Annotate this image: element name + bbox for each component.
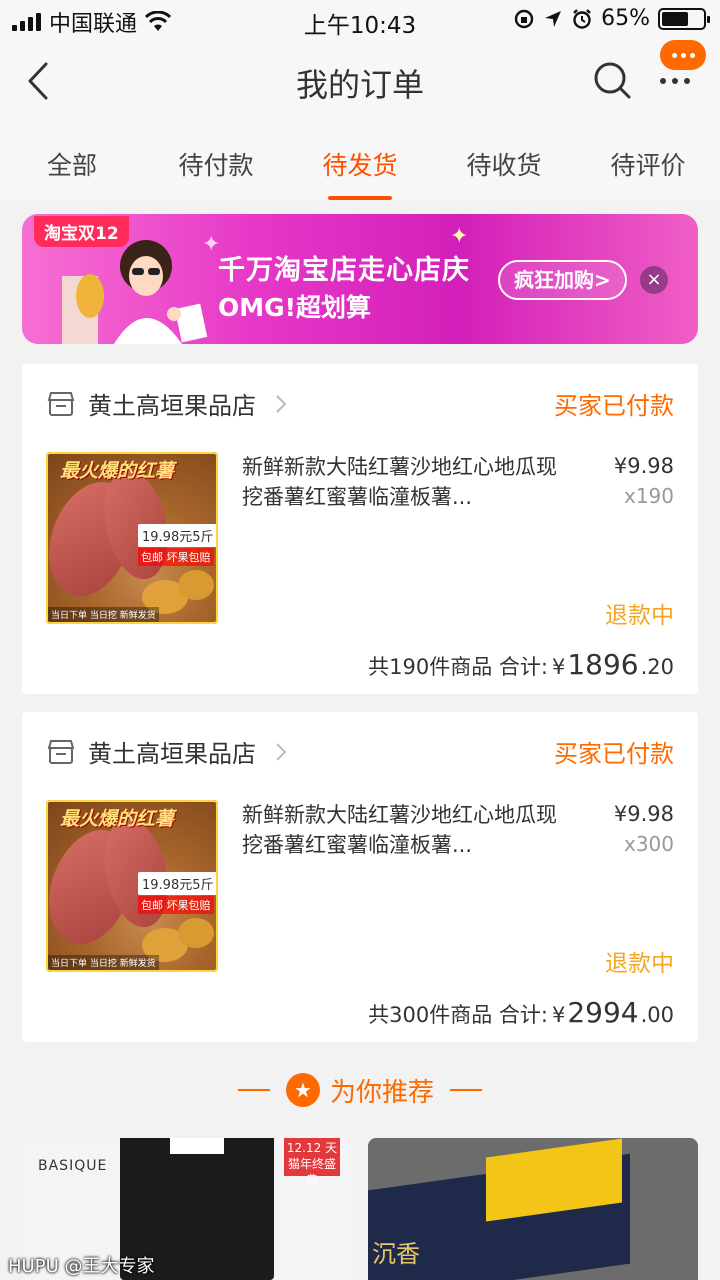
product-image-footer: 当日下单 当日挖 新鲜发货 (48, 607, 159, 622)
product-price: ¥9.98 (613, 802, 674, 826)
tile-badge: 12.12 天猫年终盛典 (284, 1138, 340, 1187)
order-summary: 共190件商品 合计: ¥ 1896 .20 (368, 648, 674, 681)
tile-product-name: 沉香 (372, 1240, 420, 1268)
battery-icon (658, 7, 710, 30)
summary-label: 共300件商品 合计: (368, 1003, 548, 1027)
product-image-title: 最火爆的红薯 (60, 460, 175, 482)
status-bar: 中国联通 上午10:43 65% (0, 0, 720, 40)
product-price: ¥9.98 (613, 454, 674, 478)
tab-pending-receipt[interactable]: 待收货 (432, 122, 576, 200)
order-tabs: 全部 待付款 待发货 待收货 待评价 (0, 122, 720, 200)
tab-all[interactable]: 全部 (0, 122, 144, 200)
shop-link[interactable]: 黄土高垣果品店 (46, 386, 288, 421)
chevron-right-icon (276, 394, 287, 413)
banner-cta-button[interactable]: 疯狂加购> (498, 260, 627, 300)
order-summary: 共300件商品 合计: ¥ 2994 .00 (368, 996, 674, 1029)
banner-illustration (62, 240, 208, 344)
chevron-right-icon (276, 742, 287, 761)
product-quantity: x300 (623, 832, 674, 856)
tab-pending-shipment[interactable]: 待发货 (288, 122, 432, 200)
banner-subline: OMG!超划算 (218, 293, 372, 322)
order-card[interactable]: 黄土高垣果品店 买家已付款 最火爆的红薯 19.98元5斤 包邮 坏果包赔 当日… (22, 364, 698, 694)
currency-symbol: ¥ (551, 655, 566, 679)
message-bubble-icon[interactable] (660, 40, 706, 70)
banner-headline: 千万淘宝店走心店庆 (218, 255, 470, 286)
promo-banner[interactable]: 淘宝双12 ✦ ✦ 千万淘宝店走心店庆 OMG!超划算 疯狂加购> × (22, 214, 698, 344)
shop-icon (47, 739, 75, 764)
total-integer: 2994 (567, 996, 639, 1029)
order-status: 买家已付款 (554, 740, 674, 768)
divider (237, 1089, 270, 1091)
shop-name: 黄土高垣果品店 (88, 392, 256, 420)
search-icon[interactable] (592, 60, 632, 100)
tab-pending-review[interactable]: 待评价 (576, 122, 720, 200)
tile-brand: BASIQUE (38, 1158, 108, 1174)
product-title[interactable]: 新鲜新款大陆红薯沙地红心地瓜现挖番薯红蜜薯临潼板薯... (242, 452, 562, 512)
rotation-lock-icon (514, 9, 534, 28)
product-image[interactable]: 最火爆的红薯 19.98元5斤 包邮 坏果包赔 当日下单 当日挖 新鲜发货 (46, 452, 218, 624)
recommend-header: ★ 为你推荐 (0, 1068, 720, 1112)
star-icon: ★ (285, 1073, 320, 1107)
product-image-shipping: 包邮 坏果包赔 (138, 548, 214, 566)
recommend-title: 为你推荐 (329, 1077, 434, 1108)
summary-label: 共190件商品 合计: (368, 655, 548, 679)
product-image-title: 最火爆的红薯 (60, 808, 175, 830)
total-integer: 1896 (567, 648, 639, 681)
product-image-shipping: 包邮 坏果包赔 (138, 896, 214, 914)
shop-link[interactable]: 黄土高垣果品店 (46, 734, 288, 769)
banner-close-icon[interactable]: × (640, 266, 668, 294)
refund-status: 退款中 (605, 951, 674, 977)
sparkle-icon: ✦ (450, 224, 469, 249)
battery-percent: 65% (601, 6, 650, 31)
currency-symbol: ¥ (551, 1003, 566, 1027)
nav-bar: 我的订单 (0, 40, 720, 122)
more-icon[interactable] (660, 78, 690, 84)
watermark: HUPU @王大专家 (8, 1256, 155, 1277)
product-image-footer: 当日下单 当日挖 新鲜发货 (48, 955, 159, 970)
alarm-icon (573, 8, 591, 29)
divider (450, 1089, 482, 1091)
location-icon (545, 10, 562, 27)
product-image-price: 19.98元5斤 (138, 872, 218, 895)
product-quantity: x190 (623, 484, 674, 508)
total-decimal: .20 (640, 655, 674, 679)
order-card[interactable]: 黄土高垣果品店 买家已付款 最火爆的红薯 19.98元5斤 包邮 坏果包赔 当日… (22, 712, 698, 1042)
product-image[interactable]: 最火爆的红薯 19.98元5斤 包邮 坏果包赔 当日下单 当日挖 新鲜发货 (46, 800, 218, 972)
total-decimal: .00 (640, 1003, 674, 1027)
shop-icon (47, 391, 75, 416)
product-title[interactable]: 新鲜新款大陆红薯沙地红心地瓜现挖番薯红蜜薯临潼板薯... (242, 800, 562, 860)
product-image-price: 19.98元5斤 (138, 524, 218, 547)
tab-pending-payment[interactable]: 待付款 (144, 122, 288, 200)
refund-status: 退款中 (605, 603, 674, 629)
order-status: 买家已付款 (554, 392, 674, 420)
recommend-tile[interactable]: 沉香 (368, 1138, 698, 1280)
shop-name: 黄土高垣果品店 (88, 740, 256, 768)
